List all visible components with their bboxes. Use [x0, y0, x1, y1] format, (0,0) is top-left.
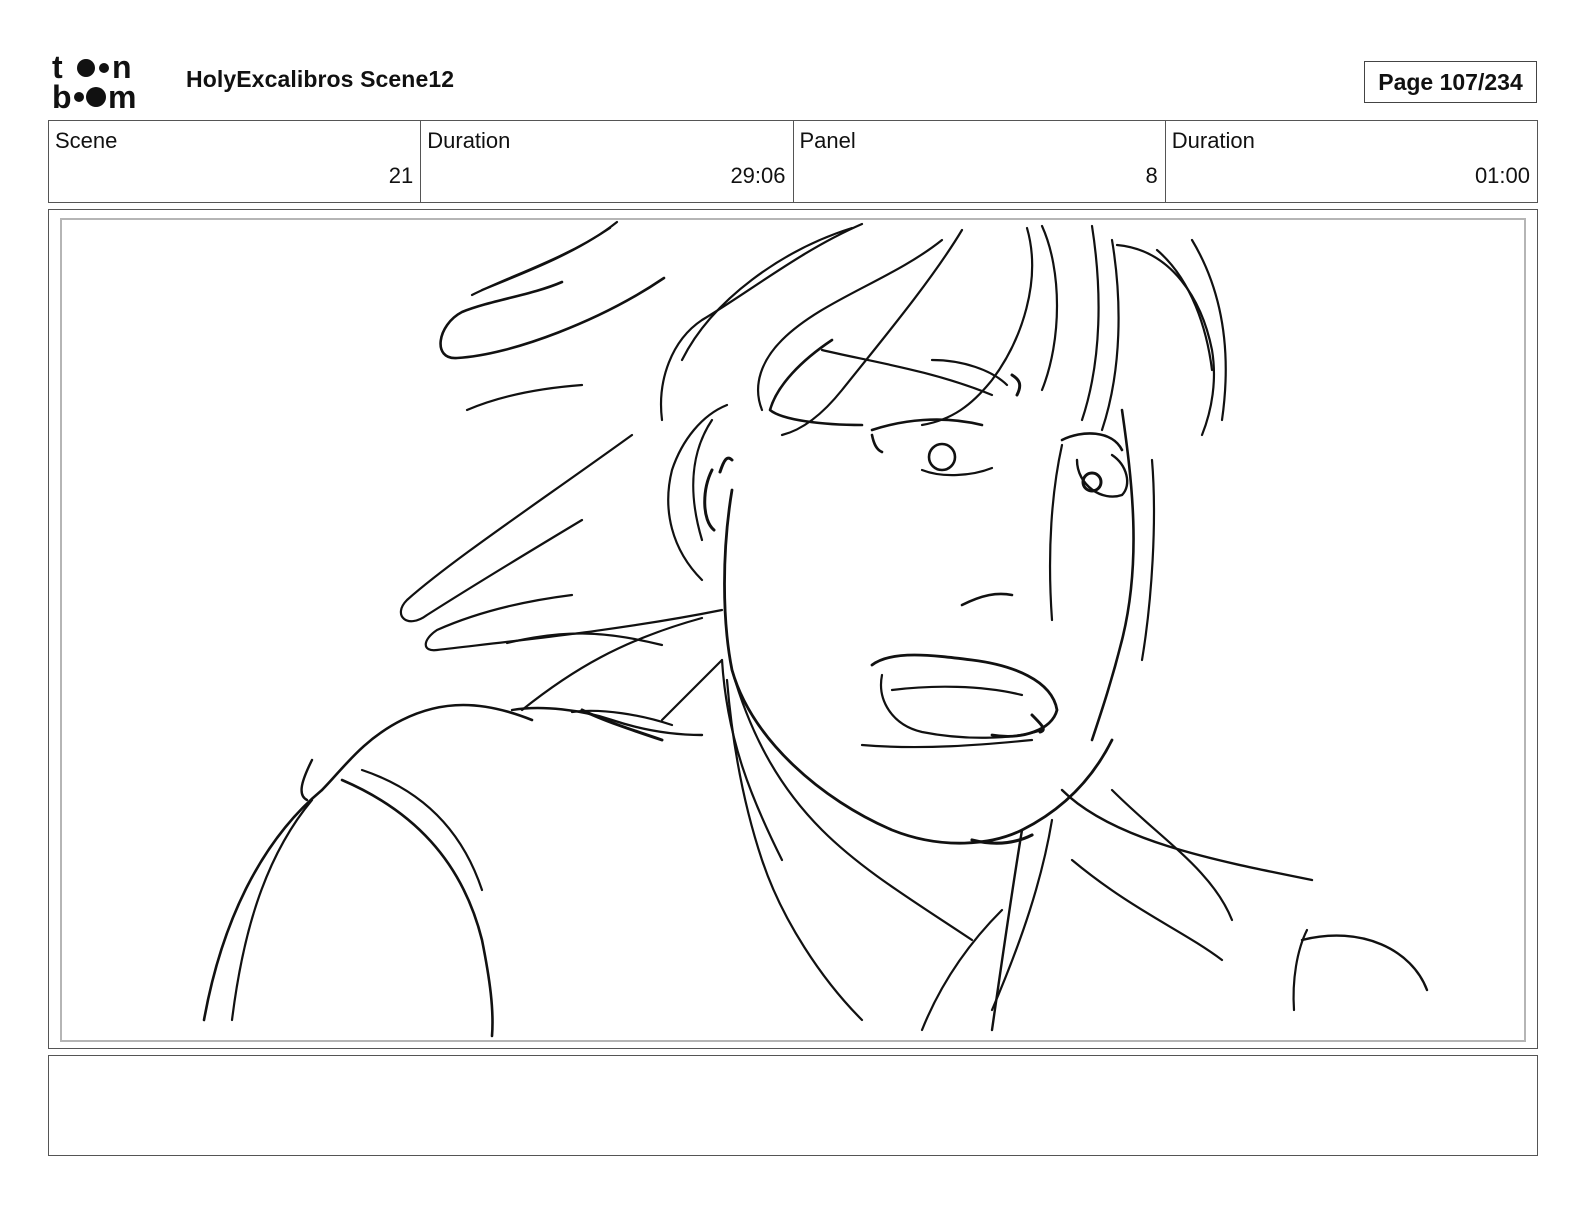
sketch-drawing — [202, 220, 1429, 1038]
scene-cell: Scene 21 — [49, 121, 422, 202]
scene-label: Scene — [55, 128, 118, 153]
panel-info-row: Scene 21 Duration 29:06 Panel 8 Duration… — [48, 120, 1538, 203]
panel-duration-cell: Duration 01:00 — [1166, 121, 1537, 202]
panel-duration-label: Duration — [1171, 128, 1255, 153]
panel-image — [60, 218, 1526, 1042]
panel-cell: Panel 8 — [794, 121, 1166, 202]
scene-duration-cell: Duration 29:06 — [421, 121, 794, 202]
scene-duration-value: 29:06 — [730, 163, 786, 188]
scene-value: 21 — [388, 163, 414, 188]
page-indicator: Page 107/234 — [1364, 61, 1537, 103]
panel-value: 8 — [1145, 163, 1158, 188]
toon-boom-logo: t n b m — [50, 50, 165, 112]
panel-notes-box — [48, 1055, 1538, 1156]
svg-text:m: m — [108, 79, 136, 112]
document-title: HolyExcalibros Scene12 — [186, 66, 455, 92]
panel-frame — [48, 209, 1538, 1049]
panel-label: Panel — [799, 128, 856, 153]
panel-duration-value: 01:00 — [1474, 163, 1530, 188]
svg-text:b: b — [52, 79, 72, 112]
scene-duration-label: Duration — [427, 128, 511, 153]
